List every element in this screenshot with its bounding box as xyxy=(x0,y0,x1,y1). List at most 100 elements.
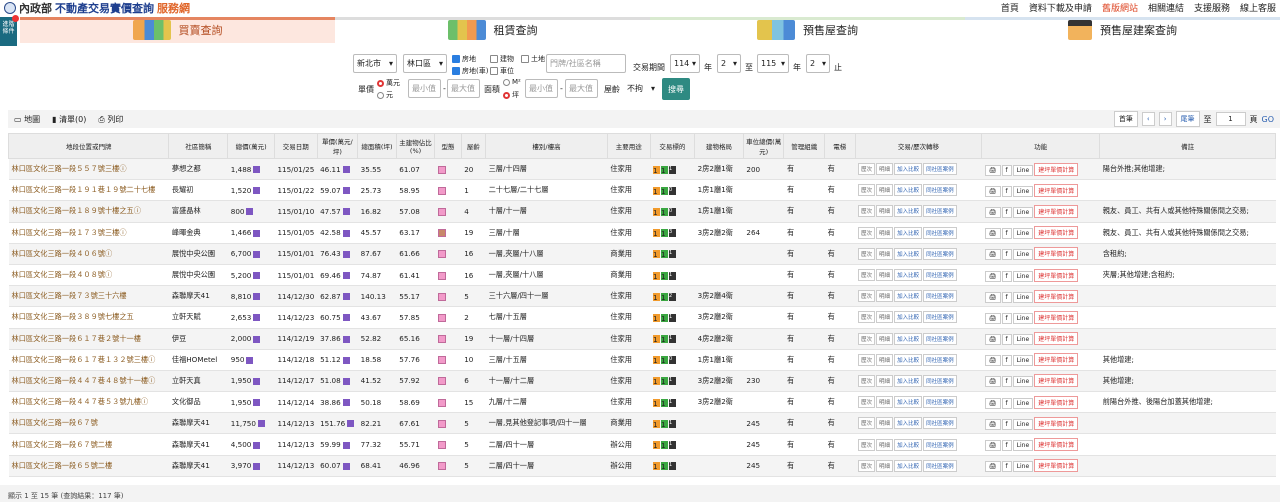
price-calc-button[interactable]: 建坪單價計算 xyxy=(1034,459,1079,473)
price-calc-button[interactable]: 建坪單價計算 xyxy=(1034,268,1079,282)
checkbox-land-car[interactable]: 房地(車) xyxy=(452,66,488,76)
price-detail-icon[interactable] xyxy=(253,377,261,385)
price-detail-icon[interactable] xyxy=(253,335,261,343)
facebook-icon[interactable]: f xyxy=(1001,418,1012,430)
line-share-button[interactable]: Line xyxy=(1012,461,1034,473)
row-action-button[interactable]: 明細 xyxy=(876,205,894,218)
prev-button[interactable]: ‹ xyxy=(1141,112,1155,126)
address-link[interactable]: 林口區文化三路一段６１７巷２號十一樓 xyxy=(8,328,169,350)
price-calc-button[interactable]: 建坪單價計算 xyxy=(1034,162,1079,176)
row-action-button[interactable]: 歷次 xyxy=(858,226,876,239)
address-link[interactable]: 林口區文化三路一段３８９號七樓之五 xyxy=(8,306,169,329)
column-header[interactable]: 電梯 xyxy=(824,133,856,159)
column-header[interactable]: 屋齡 xyxy=(460,133,487,159)
price-calc-button[interactable]: 建坪單價計算 xyxy=(1034,204,1079,218)
radio-ping[interactable]: 坪 xyxy=(503,90,519,100)
price-calc-button[interactable]: 建坪單價計算 xyxy=(1034,310,1079,324)
unit-price-icon[interactable] xyxy=(347,420,355,428)
facebook-icon[interactable]: f xyxy=(1001,355,1012,367)
row-action-button[interactable]: 同社區案例 xyxy=(923,311,957,324)
line-share-button[interactable]: Line xyxy=(1012,312,1034,324)
row-action-button[interactable]: 加入比較 xyxy=(894,353,923,366)
print-icon[interactable]: 🖨 xyxy=(984,397,1001,409)
price-detail-icon[interactable] xyxy=(246,356,254,364)
print-icon[interactable]: 🖨 xyxy=(984,270,1001,282)
column-header[interactable]: 交易/歷次轉移 xyxy=(854,133,983,159)
price-min-input[interactable]: 最小值 xyxy=(408,79,441,98)
print-icon[interactable]: 🖨 xyxy=(984,376,1001,388)
unit-price-icon[interactable] xyxy=(342,399,350,407)
address-link[interactable]: 林口區文化三路一段４０８號ⓘ xyxy=(8,264,169,287)
unit-price-icon[interactable] xyxy=(342,293,350,301)
checkbox-parking[interactable]: 車位 xyxy=(490,66,514,76)
price-calc-button[interactable]: 建坪單價計算 xyxy=(1034,416,1079,430)
radio-wan[interactable]: 萬元 xyxy=(377,78,400,88)
unit-price-icon[interactable] xyxy=(342,272,350,280)
unit-price-icon[interactable] xyxy=(342,229,350,237)
price-calc-button[interactable]: 建坪單價計算 xyxy=(1034,374,1079,388)
row-action-button[interactable]: 歷次 xyxy=(858,396,876,409)
row-action-button[interactable]: 加入比較 xyxy=(894,205,923,218)
city-select[interactable]: 新北市 ▾ xyxy=(353,54,397,73)
price-detail-icon[interactable] xyxy=(253,314,261,322)
keyword-input[interactable]: 門牌/社區名稱 xyxy=(546,54,626,73)
row-action-button[interactable]: 歷次 xyxy=(858,247,876,260)
address-link[interactable]: 林口區文化三路一段６１７巷１３２號三樓ⓘ xyxy=(8,349,169,371)
row-action-button[interactable]: 加入比較 xyxy=(894,438,923,451)
line-share-button[interactable]: Line xyxy=(1012,206,1034,218)
row-action-button[interactable]: 同社區案例 xyxy=(923,247,957,260)
info-icon[interactable]: ⓘ xyxy=(148,376,155,385)
row-action-button[interactable]: 同社區案例 xyxy=(923,417,957,430)
facebook-icon[interactable]: f xyxy=(1001,461,1012,473)
price-detail-icon[interactable] xyxy=(253,462,261,470)
unit-price-icon[interactable] xyxy=(342,208,350,216)
checkbox-landonly[interactable]: 土地 xyxy=(521,54,545,64)
price-detail-icon[interactable] xyxy=(253,293,261,301)
line-share-button[interactable]: Line xyxy=(1012,334,1034,346)
line-share-button[interactable]: Line xyxy=(1012,228,1034,240)
facebook-icon[interactable]: f xyxy=(1001,270,1012,282)
area-min-input[interactable]: 最小值 xyxy=(525,79,558,98)
list-button[interactable]: ▮ 清單(0) xyxy=(52,114,86,125)
row-action-button[interactable]: 歷次 xyxy=(858,184,876,197)
price-detail-icon[interactable] xyxy=(253,166,261,174)
nav-download[interactable]: 資料下載及申請 xyxy=(1029,1,1092,14)
facebook-icon[interactable]: f xyxy=(1001,228,1012,240)
print-icon[interactable]: 🖨 xyxy=(984,461,1001,473)
area-max-input[interactable]: 最大值 xyxy=(565,79,598,98)
first-button[interactable]: 首筆 xyxy=(1113,111,1138,127)
address-link[interactable]: 林口區文化三路一段６７號 xyxy=(8,412,169,435)
row-action-button[interactable]: 加入比較 xyxy=(894,459,923,472)
price-calc-button[interactable]: 建坪單價計算 xyxy=(1034,289,1079,303)
row-action-button[interactable]: 明細 xyxy=(876,353,894,366)
info-icon[interactable]: ⓘ xyxy=(148,355,155,364)
row-action-button[interactable]: 歷次 xyxy=(858,459,876,472)
row-action-button[interactable]: 同社區案例 xyxy=(923,459,957,472)
info-icon[interactable]: ⓘ xyxy=(134,206,141,215)
facebook-icon[interactable]: f xyxy=(1001,185,1012,197)
address-link[interactable]: 林口區文化三路一段６５號二樓 xyxy=(8,455,169,477)
month-from-select[interactable]: 2 ▾ xyxy=(717,54,741,73)
nav-support[interactable]: 支援服務 xyxy=(1194,1,1230,14)
print-icon[interactable]: 🖨 xyxy=(984,418,1001,430)
facebook-icon[interactable]: f xyxy=(1001,249,1012,261)
row-action-button[interactable]: 同社區案例 xyxy=(923,332,957,345)
column-header[interactable]: 地段位置或門牌 xyxy=(7,133,170,159)
unit-price-icon[interactable] xyxy=(342,314,350,322)
column-header[interactable]: 車位總價(萬元) xyxy=(742,133,785,159)
info-icon[interactable]: ⓘ xyxy=(119,164,126,173)
row-action-button[interactable]: 明細 xyxy=(876,269,894,282)
price-calc-button[interactable]: 建坪單價計算 xyxy=(1034,332,1079,346)
print-icon[interactable]: 🖨 xyxy=(984,185,1001,197)
row-action-button[interactable]: 加入比較 xyxy=(894,311,923,324)
row-action-button[interactable]: 同社區案例 xyxy=(923,290,957,303)
address-link[interactable]: 林口區文化三路一段４４７巷５３號九樓ⓘ xyxy=(8,391,169,414)
row-action-button[interactable]: 歷次 xyxy=(858,417,876,430)
price-calc-button[interactable]: 建坪單價計算 xyxy=(1034,438,1079,452)
facebook-icon[interactable]: f xyxy=(1001,376,1012,388)
row-action-button[interactable]: 加入比較 xyxy=(894,247,923,260)
radio-m2[interactable]: M² xyxy=(503,78,521,86)
column-header[interactable]: 交易日期 xyxy=(273,133,318,159)
row-action-button[interactable]: 加入比較 xyxy=(894,417,923,430)
facebook-icon[interactable]: f xyxy=(1001,397,1012,409)
